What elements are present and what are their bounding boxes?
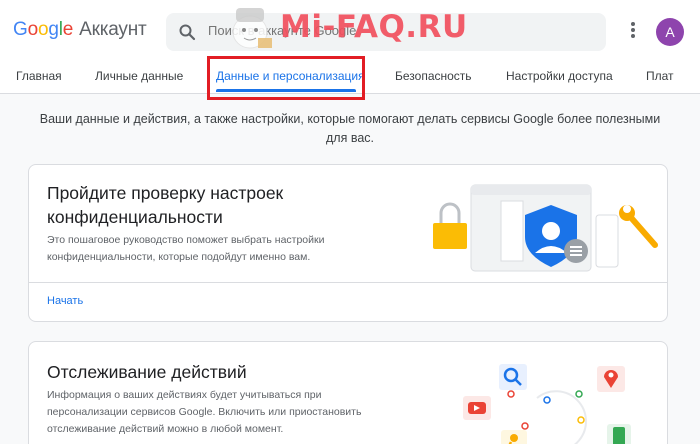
- watermark-mascot-icon: [232, 8, 272, 49]
- list-badge-icon: [564, 239, 588, 263]
- page-intro: Ваши данные и действия, а также настройк…: [39, 112, 661, 145]
- activity-illustration: [463, 364, 631, 444]
- tab-personal-info[interactable]: Личные данные: [95, 69, 183, 83]
- start-link[interactable]: Начать: [47, 295, 83, 307]
- watermark-text: Mi-FAQ.RU: [280, 9, 468, 45]
- logo-letter: o: [37, 19, 49, 40]
- tab-payments[interactable]: Плат: [646, 69, 674, 83]
- card-title: Пройдите проверку настроек конфиденциаль…: [47, 183, 284, 227]
- microphone-icon: [501, 430, 527, 444]
- phone-icon: [607, 424, 631, 444]
- product-name: Аккаунт: [79, 19, 147, 40]
- logo-letter: G: [13, 19, 28, 40]
- lock-icon: [433, 202, 467, 249]
- search-icon: [499, 364, 527, 390]
- tab-people-sharing[interactable]: Настройки доступа: [506, 69, 613, 83]
- map-pin-icon: [597, 366, 625, 392]
- card-description: Это пошаговое руководство поможет выбрат…: [47, 234, 325, 263]
- top-bar: GoogleАккаунт Mi-FAQ.RU A: [0, 0, 700, 62]
- card-divider: [29, 282, 667, 283]
- search-icon[interactable]: [178, 23, 196, 46]
- avatar[interactable]: A: [656, 18, 684, 46]
- privacy-checkup-card: Пройдите проверку настроек конфиденциаль…: [28, 164, 668, 322]
- activity-controls-card: Отслеживание действий Информация о ваших…: [28, 341, 668, 444]
- google-account-logo[interactable]: Google Аккаунт: [13, 19, 147, 41]
- tab-home[interactable]: Главная: [16, 69, 62, 83]
- youtube-icon: [463, 396, 491, 420]
- wrench-icon: [619, 205, 658, 248]
- highlight-box: [207, 56, 365, 100]
- card-description: Информация о ваших действиях будет учиты…: [47, 389, 362, 435]
- logo-letter: e: [62, 19, 74, 40]
- logo-letter: o: [27, 19, 39, 40]
- logo-letter: g: [48, 19, 59, 40]
- tab-security[interactable]: Безопасность: [395, 69, 472, 83]
- card-title: Отслеживание действий: [47, 362, 247, 382]
- more-options-icon[interactable]: [625, 20, 641, 42]
- privacy-checkup-illustration: [433, 184, 658, 272]
